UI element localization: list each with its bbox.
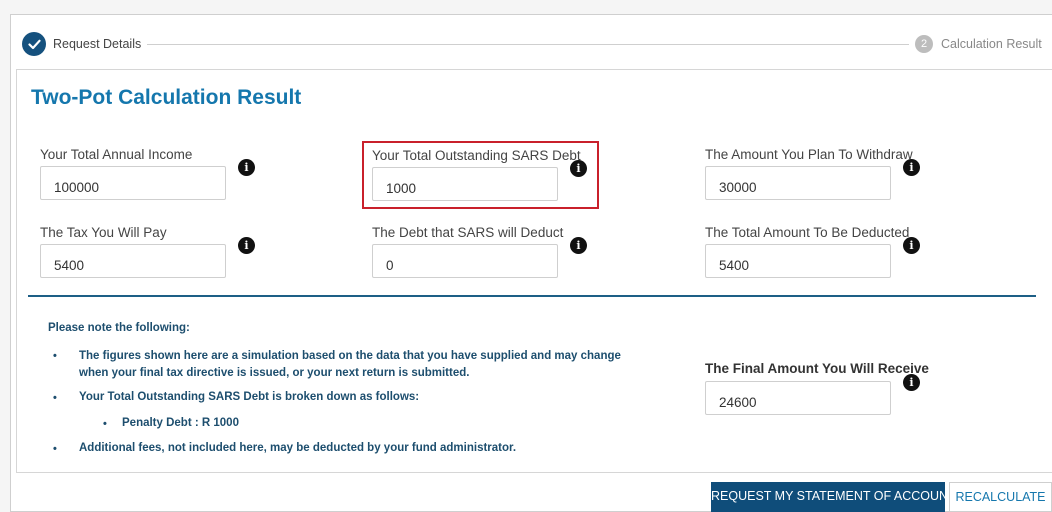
page-title: Two-Pot Calculation Result — [31, 86, 302, 109]
plan-withdraw-input[interactable] — [705, 166, 891, 200]
step-complete-check-icon — [22, 32, 46, 56]
info-icon[interactable]: i — [903, 237, 920, 254]
annual-income-input[interactable] — [40, 166, 226, 200]
annual-income-label: Your Total Annual Income — [40, 147, 193, 162]
total-deducted-label: The Total Amount To Be Deducted — [705, 225, 910, 240]
step-request-details-label[interactable]: Request Details — [53, 37, 141, 51]
sars-debt-input[interactable] — [372, 167, 558, 201]
stepper: Request Details 2 Calculation Result — [22, 32, 1052, 58]
info-icon[interactable]: i — [570, 160, 587, 177]
sars-debt-label: Your Total Outstanding SARS Debt — [372, 148, 581, 163]
note-item-line: when your final tax directive is issued,… — [79, 367, 470, 379]
request-statement-button[interactable]: REQUEST MY STATEMENT OF ACCOUNT — [711, 482, 956, 512]
final-amount-input[interactable] — [705, 381, 891, 415]
tax-pay-label: The Tax You Will Pay — [40, 225, 167, 240]
info-icon[interactable]: i — [903, 374, 920, 391]
plan-withdraw-label: The Amount You Plan To Withdraw — [705, 147, 913, 162]
info-icon[interactable]: i — [903, 159, 920, 176]
bullet-icon: • — [53, 443, 57, 455]
info-icon[interactable]: i — [570, 237, 587, 254]
total-deducted-input[interactable] — [705, 244, 891, 278]
bullet-icon: • — [53, 350, 57, 362]
sars-deduct-input[interactable] — [372, 244, 558, 278]
final-amount-label: The Final Amount You Will Receive — [705, 361, 929, 376]
stepper-connector — [147, 44, 909, 45]
recalculate-button[interactable]: RECALCULATE — [949, 482, 1052, 512]
notes-heading: Please note the following: — [48, 322, 190, 334]
info-icon[interactable]: i — [238, 237, 255, 254]
section-divider — [28, 295, 1036, 297]
note-item: Additional fees, not included here, may … — [79, 442, 517, 454]
bullet-icon: • — [53, 392, 57, 404]
info-icon[interactable]: i — [238, 159, 255, 176]
step-calculation-result-label: Calculation Result — [941, 37, 1042, 51]
tax-pay-input[interactable] — [40, 244, 226, 278]
sars-deduct-label: The Debt that SARS will Deduct — [372, 225, 564, 240]
note-item: Your Total Outstanding SARS Debt is brok… — [79, 391, 420, 403]
bullet-icon: • — [103, 418, 107, 430]
step-2-number-icon: 2 — [915, 35, 933, 53]
note-sub-item: Penalty Debt : R 1000 — [122, 417, 239, 429]
note-item-line: The figures shown here are a simulation … — [79, 350, 621, 362]
